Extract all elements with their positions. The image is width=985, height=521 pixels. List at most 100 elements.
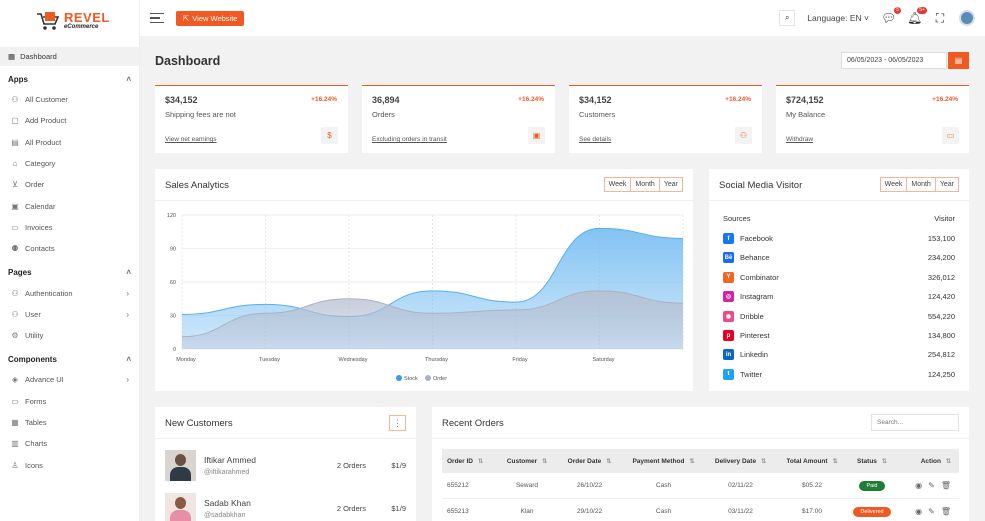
more-options-icon[interactable]: ⋮: [389, 415, 406, 431]
table-row[interactable]: 655212 Seward 26/10/22 Cash 02/11/22 $05…: [442, 473, 959, 499]
col-total-amount[interactable]: Total Amount ⇅: [776, 458, 848, 465]
avatar[interactable]: [959, 10, 975, 26]
y-tick-label: 60: [170, 280, 176, 286]
brand-logo[interactable]: REVEL eCommerce: [0, 0, 139, 40]
range-week-button[interactable]: Week: [881, 178, 908, 191]
sidebar-item-order[interactable]: ⊻ Order: [0, 174, 139, 195]
sidebar-item-invoices[interactable]: ▭ Invoices: [0, 217, 139, 238]
sidebar-item-all-product[interactable]: ▤ All Product: [0, 132, 139, 153]
fullscreen-icon[interactable]: ⛶: [933, 11, 947, 26]
sidebar-item-utility[interactable]: ⚙ Utility: [0, 325, 139, 346]
chevron-up-icon: ˄: [126, 74, 131, 84]
gear-icon: ⚙: [11, 331, 19, 341]
sidebar-item-label: Authentication: [25, 288, 73, 298]
customer-avatar: [165, 449, 196, 481]
sidebar-item-user[interactable]: ⚇ User ›: [0, 304, 139, 325]
section-pages[interactable]: Pages ˄: [0, 262, 139, 282]
sidebar-item-authentication[interactable]: ⚇ Authentication ›: [0, 282, 139, 303]
recent-orders-card: Recent Orders Order ID⇅ Customer⇅ Order …: [432, 407, 969, 521]
sidebar-item-icons[interactable]: ♙ Icons: [0, 454, 139, 475]
social-row: Y Combinator 326,012: [723, 271, 955, 283]
view-icon[interactable]: ◉: [915, 481, 922, 490]
view-website-button[interactable]: ⇱ View Website: [176, 10, 245, 26]
stat-change: +16.24%: [311, 96, 337, 103]
dollar-icon: $: [321, 127, 338, 144]
stat-link[interactable]: Withdraw: [786, 136, 813, 143]
sidebar-item-calendar[interactable]: ▣ Calendar: [0, 195, 139, 216]
stat-change: +16.24%: [725, 96, 751, 103]
col-sources: Sources: [723, 214, 751, 223]
orders-table: Order ID ⇅ Customer ⇅ Order Date ⇅ Payment …: [442, 449, 959, 521]
section-components-title: Components: [8, 354, 57, 364]
social-row: p Pinterest 134,800: [723, 330, 955, 341]
chevron-right-icon: ›: [126, 375, 129, 385]
range-year-button[interactable]: Year: [936, 178, 958, 191]
col-status[interactable]: Status ⇅: [848, 458, 896, 465]
shopping-bag-icon: ▣: [528, 127, 545, 144]
language-selector[interactable]: Language: EN ˅: [807, 13, 869, 23]
external-link-icon: ⇱: [183, 13, 190, 23]
sidebar-item-forms[interactable]: ▭ Forms: [0, 391, 139, 412]
table-row[interactable]: 655213 Klan 29/10/22 Cash 03/11/22 $17.0…: [442, 499, 959, 521]
section-pages-title: Pages: [8, 267, 32, 277]
sidebar-item-charts[interactable]: ▥ Charts: [0, 433, 139, 454]
sidebar-item-contacts[interactable]: ⚉ Contacts: [0, 238, 139, 259]
date-range-input[interactable]: 06/05/2023 - 06/05/2023: [841, 52, 947, 69]
sidebar-item-advance-ui[interactable]: ◈ Advance UI ›: [0, 369, 139, 390]
delete-icon[interactable]: 🗑︎: [941, 507, 951, 516]
section-components[interactable]: Components ˄: [0, 349, 139, 369]
cart-logo-icon: [36, 11, 60, 30]
stat-card-customers: $34,152 +16.24% Customers See details ⚇: [569, 85, 762, 153]
social-row: t Twitter 124,250: [723, 368, 955, 380]
col-action[interactable]: Action ⇅: [896, 458, 959, 465]
sidebar-item-label: All Product: [25, 137, 62, 147]
stat-link[interactable]: Excluding orders in transit: [372, 136, 447, 143]
view-icon[interactable]: ◉: [915, 507, 922, 516]
stat-card-earnings: $34,152 +16.24% Shipping fees are not Vi…: [155, 85, 348, 153]
col-payment-method[interactable]: Payment Method ⇅: [622, 458, 705, 465]
new-customers-card: New Customers ⋮ Iftikar Ammed @iftikarah…: [155, 407, 416, 521]
calendar-button[interactable]: ▤: [948, 52, 969, 69]
users-icon: ⚇: [11, 95, 19, 105]
social-name: Behance: [740, 253, 770, 263]
order-id: 655212: [447, 482, 469, 489]
sidebar-item-label: Contacts: [25, 244, 55, 254]
edit-icon[interactable]: ✎: [928, 481, 935, 490]
stat-link[interactable]: View net earnings: [165, 136, 217, 143]
social-row: Bē Behance 234,200: [723, 252, 955, 264]
sidebar-item-label: Charts: [25, 439, 48, 449]
social-name: Facebook: [740, 234, 773, 243]
messages-icon[interactable]: 💬︎ 5: [881, 7, 901, 25]
sidebar-item-tables[interactable]: ▦ Tables: [0, 412, 139, 433]
sidebar: REVEL eCommerce ▦ Dashboard Apps ˄ ⚇ All …: [0, 0, 140, 521]
menu-toggle-icon[interactable]: [150, 10, 164, 27]
col-order-date[interactable]: Order Date ⇅: [557, 458, 622, 465]
sidebar-item-add-product[interactable]: ▢ Add Product: [0, 110, 139, 131]
bell-icon[interactable]: 🔔︎ 5+: [907, 7, 927, 25]
sidebar-item-label: Forms: [25, 396, 47, 406]
delete-icon[interactable]: 🗑︎: [941, 481, 951, 490]
edit-icon[interactable]: ✎: [928, 507, 935, 516]
sort-icon: ⇅: [606, 458, 612, 465]
range-month-button[interactable]: Month: [907, 178, 936, 191]
order-method: Cash: [655, 508, 672, 515]
sidebar-item-category[interactable]: ⌂ Category: [0, 153, 139, 174]
user-lock-icon: ⚇: [11, 288, 19, 298]
col-delivery-date[interactable]: Delivery Date ⇅: [705, 458, 776, 465]
chevron-up-icon: ˄: [126, 267, 131, 277]
stat-link[interactable]: See details: [579, 136, 611, 143]
col-customer[interactable]: Customer ⇅: [497, 458, 557, 465]
section-apps[interactable]: Apps ˄: [0, 69, 139, 89]
sidebar-item-all-customer[interactable]: ⚇ All Customer: [0, 89, 139, 110]
person-icon: ♙: [11, 460, 19, 470]
cart-icon: ⊻: [12, 180, 18, 190]
search-icon[interactable]: ⌕: [779, 10, 796, 26]
orders-search-input[interactable]: [871, 414, 959, 431]
chart-icon: ▥: [11, 439, 19, 449]
sidebar-item-label: Category: [25, 159, 56, 169]
customer-row[interactable]: Iftikar Ammed @iftikarahmed 2 Orders $1/…: [165, 448, 406, 482]
social-row: ◎ Instagram 124,420: [723, 291, 955, 303]
customer-row[interactable]: Sadab Khan @sadabkhan 2 Orders $1/9: [165, 491, 406, 521]
sidebar-item-dashboard[interactable]: ▦ Dashboard: [0, 47, 139, 66]
col-order-id[interactable]: Order ID ⇅: [442, 458, 497, 465]
